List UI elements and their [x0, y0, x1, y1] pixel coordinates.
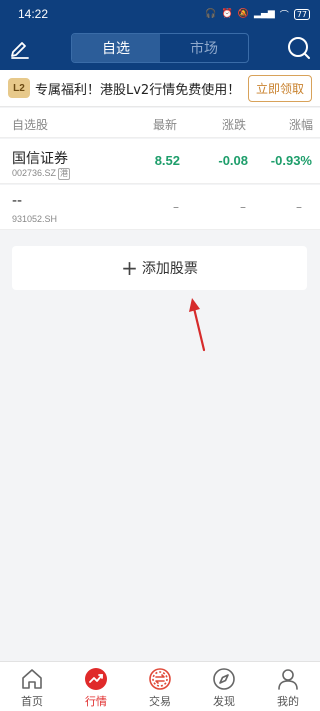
alarm-icon: ⏰	[221, 9, 233, 19]
tab-market[interactable]: 市场	[160, 34, 248, 62]
promo-text: 专属福利！港股Lv2行情免费使用！	[35, 82, 241, 98]
red-arrow-annotation	[189, 298, 206, 352]
stock-change-pct: -0.93%	[270, 153, 312, 168]
status-time: 14:22	[18, 7, 49, 21]
add-stock-label: 添加股票	[141, 261, 198, 277]
search-icon[interactable]	[286, 35, 312, 61]
column-header-watchlist[interactable]: 自选股	[12, 116, 48, 133]
compass-icon	[213, 668, 235, 690]
nav-home[interactable]: 首页	[0, 662, 64, 711]
watchlist-market-switch: 自选 市场	[71, 33, 249, 63]
nav-label: 我的	[277, 695, 299, 708]
mute-icon: 🔕	[237, 9, 250, 19]
stock-name: 国信证券	[12, 151, 68, 167]
status-bar: 14:22 🎧 ⏰ 🔕 ▂▄▆ ⌒ 77	[0, 0, 320, 28]
column-header-change-pct[interactable]: 涨幅	[289, 116, 313, 133]
stock-change-pct: –	[296, 200, 302, 214]
plus-icon: +	[121, 256, 138, 280]
stock-code: 931052.SH	[12, 214, 58, 224]
nav-label: 发现	[213, 695, 235, 708]
edit-icon[interactable]	[8, 36, 32, 60]
nav-label: 交易	[149, 695, 171, 708]
hk-badge: 港	[58, 168, 71, 180]
trade-icon	[149, 668, 171, 690]
l2-badge: L2	[8, 78, 30, 98]
profile-icon	[278, 669, 298, 690]
status-icons: 🎧 ⏰ 🔕 ▂▄▆ ⌒ 77	[205, 8, 310, 21]
nav-discover[interactable]: 发现	[192, 662, 256, 711]
nav-label: 首页	[21, 695, 43, 708]
stock-code: 002736.SZ 港	[12, 168, 71, 180]
headphone-icon: 🎧	[205, 9, 217, 19]
wifi-icon: ⌒	[279, 10, 289, 21]
promo-banner[interactable]: L2 专属福利！港股Lv2行情免费使用！ 立即领取	[0, 70, 320, 107]
stock-change: –	[240, 200, 246, 214]
nav-trade[interactable]: 交易	[128, 662, 192, 711]
table-header: 自选股 最新 涨跌 涨幅	[0, 108, 320, 138]
battery-icon: 77	[293, 8, 310, 20]
nav-label: 行情	[85, 695, 107, 708]
stock-name: --	[12, 193, 23, 209]
stock-price: 8.52	[154, 153, 180, 168]
nav-market[interactable]: 行情	[64, 662, 128, 711]
column-header-latest[interactable]: 最新	[153, 116, 177, 133]
add-stock-button[interactable]: + 添加股票	[12, 246, 307, 290]
claim-button[interactable]: 立即领取	[247, 74, 312, 102]
home-icon	[22, 669, 42, 689]
signal-icon: ▂▄▆	[254, 9, 275, 19]
tab-watchlist[interactable]: 自选	[72, 34, 160, 62]
stock-price: –	[173, 200, 179, 214]
table-row[interactable]: 国信证券 002736.SZ 港 8.52 -0.08 -0.93%	[0, 139, 320, 184]
market-icon	[85, 668, 107, 690]
nav-profile[interactable]: 我的	[256, 662, 320, 711]
stock-change: -0.08	[218, 153, 248, 168]
table-row[interactable]: -- 931052.SH – – –	[0, 185, 320, 230]
top-bar: 自选 市场	[0, 28, 320, 70]
bottom-nav: 首页 行情 交易 发现 我的	[0, 661, 320, 711]
column-header-change[interactable]: 涨跌	[222, 116, 246, 133]
